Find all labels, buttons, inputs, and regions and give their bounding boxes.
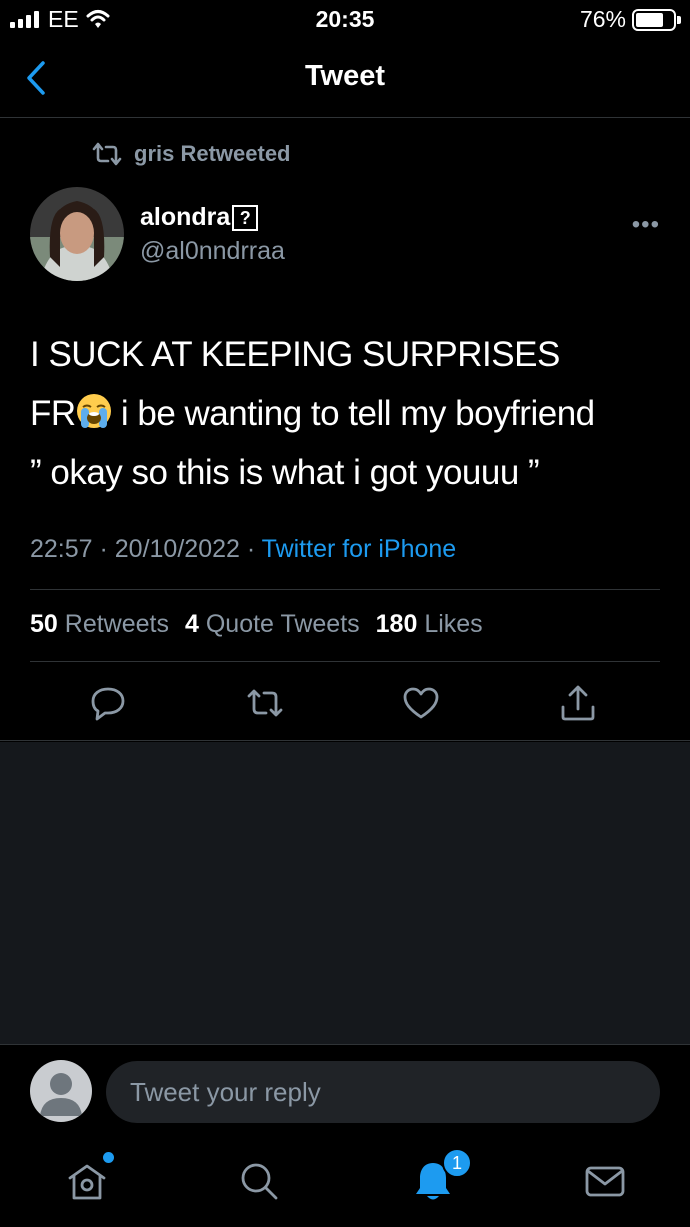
tweet-detail: gris Retweeted alondra ? @al0nndrraa •••… [0, 119, 690, 741]
tab-messages[interactable] [582, 1158, 628, 1204]
retweets-stat[interactable]: 50 Retweets [30, 610, 169, 639]
user-avatar[interactable] [30, 1060, 92, 1122]
tweet-actions [0, 679, 690, 725]
tab-notifications[interactable]: 1 [410, 1148, 472, 1204]
status-bar: EE 20:35 76% [0, 0, 690, 40]
retweet-icon[interactable] [245, 683, 285, 723]
retweet-icon [92, 142, 122, 166]
messages-icon [585, 1166, 625, 1197]
reply-input[interactable] [106, 1061, 660, 1123]
battery-percent: 76% [579, 6, 626, 32]
author-display-name[interactable]: alondra ? [140, 203, 259, 232]
empty-replies-area [0, 742, 690, 1044]
retweets-count: 50 [30, 610, 58, 638]
unknown-glyph-icon: ? [232, 204, 259, 231]
quotes-label: Quote Tweets [205, 610, 360, 638]
battery-cap [677, 16, 681, 24]
tab-home[interactable] [64, 1152, 114, 1204]
tab-search[interactable] [236, 1158, 282, 1204]
tweet-text-line: ” okay so this is what i got youuu ” [30, 453, 540, 492]
retweets-label: Retweets [64, 610, 169, 638]
battery-icon [632, 9, 676, 31]
tweet-meta: 22:57 · 20/10/2022 · Twitter for iPhone [30, 535, 456, 564]
retweeted-by-label: gris Retweeted [134, 141, 291, 166]
tweet-stats: 50 Retweets 4 Quote Tweets 180 Likes [30, 610, 483, 639]
tweet-text-rest: i be wanting to tell my boyfriend [111, 394, 595, 433]
loudly-crying-face-icon [76, 394, 111, 428]
quotes-stat[interactable]: 4 Quote Tweets [185, 610, 360, 639]
tweet-text-fr: FR [30, 394, 76, 433]
author-avatar[interactable] [30, 187, 124, 281]
tab-bar: 1 [0, 1140, 690, 1227]
share-icon[interactable] [558, 683, 598, 723]
like-icon[interactable] [401, 683, 441, 723]
likes-count: 180 [375, 610, 418, 638]
search-icon [241, 1163, 278, 1200]
quotes-count: 4 [184, 610, 199, 638]
retweet-context[interactable]: gris Retweeted [90, 141, 291, 167]
divider [30, 661, 660, 662]
tweet-source-link[interactable]: Twitter for iPhone [262, 535, 457, 563]
nav-header: Tweet [0, 40, 690, 118]
author-handle[interactable]: @al0nndrraa [140, 237, 285, 266]
author-name-text: alondra [140, 203, 231, 231]
tweet-text-line: FR i be wanting to tell my boyfriend [30, 384, 670, 443]
home-new-dot [103, 1152, 114, 1163]
home-icon [68, 1164, 106, 1200]
notifications-badge: 1 [442, 1148, 472, 1178]
tweet-text: I SUCK AT KEEPING SURPRISES FR i be want… [30, 325, 670, 502]
tweet-text-line: I SUCK AT KEEPING SURPRISES [30, 335, 560, 374]
more-options-icon[interactable]: ••• [632, 211, 660, 239]
page-title: Tweet [304, 60, 386, 92]
tweet-timestamp[interactable]: 22:57 · 20/10/2022 · [30, 535, 262, 563]
likes-stat[interactable]: 180 Likes [376, 610, 483, 639]
divider [30, 589, 660, 590]
reply-icon[interactable] [88, 683, 128, 723]
reply-bar [0, 1044, 690, 1140]
likes-label: Likes [424, 610, 483, 638]
